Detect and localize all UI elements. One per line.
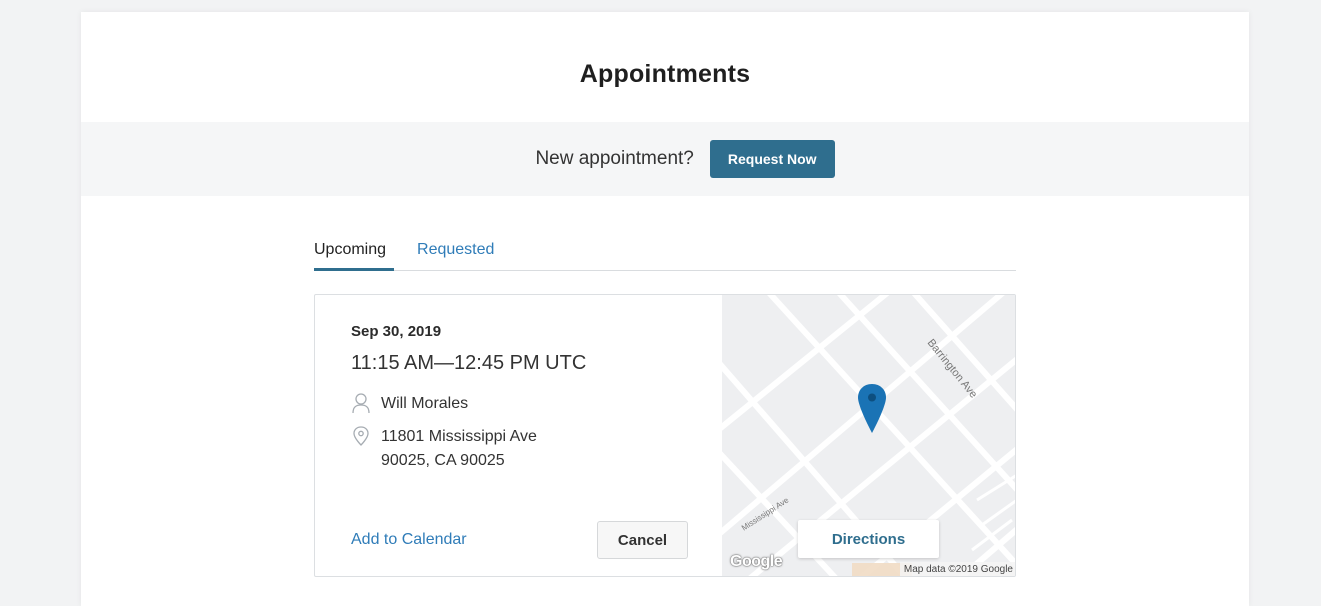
address-line-2: 90025, CA 90025: [381, 452, 505, 469]
add-to-calendar-link[interactable]: Add to Calendar: [351, 531, 467, 549]
address-line-1: 11801 Mississippi Ave: [381, 428, 537, 445]
tab-requested[interactable]: Requested: [417, 240, 502, 271]
cancel-button[interactable]: Cancel: [597, 521, 688, 559]
provider-name: Will Morales: [381, 395, 469, 412]
appointment-time: 11:15 AM—12:45 PM UTC: [351, 352, 587, 374]
location-pin-icon: [351, 425, 371, 447]
new-appointment-prompt: New appointment?: [535, 148, 694, 169]
map-marker-icon: [856, 383, 888, 440]
request-now-button[interactable]: Request Now: [709, 140, 835, 178]
map-attribution: Map data ©2019 Google: [899, 562, 1015, 576]
provider-row: Will Morales: [351, 392, 468, 416]
location-map[interactable]: Barrington Ave Mississippi Ave Direction…: [722, 295, 1015, 576]
new-appointment-bar: New appointment? Request Now: [81, 122, 1249, 196]
directions-button[interactable]: Directions: [798, 520, 939, 558]
person-icon: [351, 392, 371, 414]
tab-upcoming[interactable]: Upcoming: [314, 240, 395, 271]
appointment-tabs: Upcoming Requested: [314, 240, 1016, 271]
appointment-details: Sep 30, 2019 11:15 AM—12:45 PM UTC Will …: [315, 295, 721, 576]
appointment-card: Sep 30, 2019 11:15 AM—12:45 PM UTC Will …: [314, 294, 1016, 577]
address-block: 11801 Mississippi Ave 90025, CA 90025: [381, 425, 537, 473]
address-row: 11801 Mississippi Ave 90025, CA 90025: [351, 425, 537, 473]
page-title: Appointments: [579, 60, 751, 88]
map-provider-logo: Google: [730, 553, 783, 570]
appointment-date: Sep 30, 2019: [351, 323, 442, 340]
appointments-panel: Appointments New appointment? Request No…: [81, 12, 1249, 606]
